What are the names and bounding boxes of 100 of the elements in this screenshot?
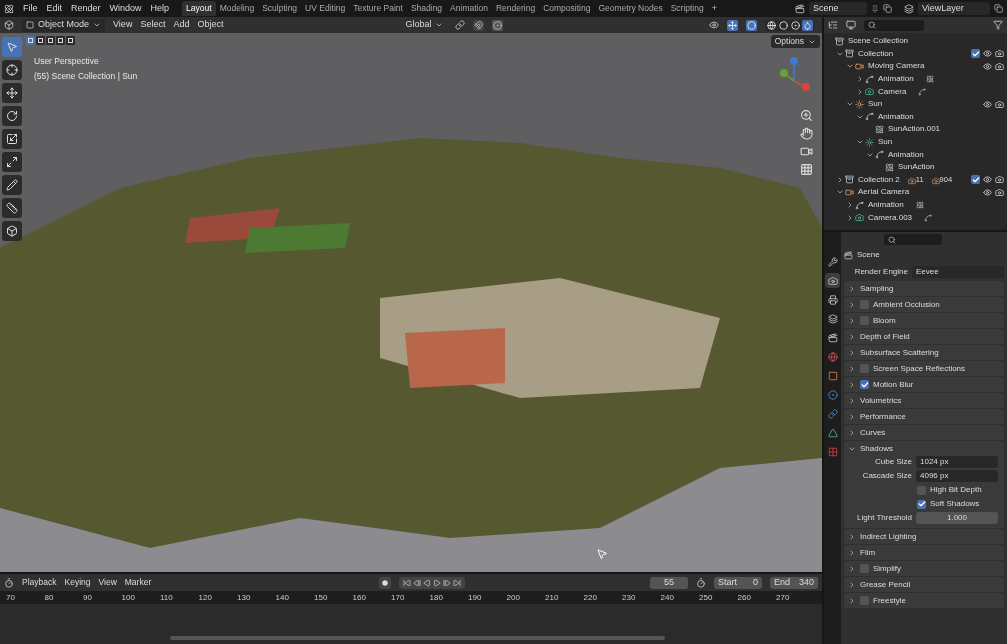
selection-mode-button[interactable] xyxy=(66,36,75,45)
render-camera-icon[interactable] xyxy=(995,49,1004,59)
end-frame-field[interactable]: End 340 xyxy=(770,576,818,589)
overlay-toggle[interactable] xyxy=(746,19,757,31)
transform-tool-icon[interactable] xyxy=(2,152,22,172)
previous-keyframe-icon[interactable] xyxy=(413,578,422,587)
outliner-item[interactable]: SunAction xyxy=(898,161,935,174)
proportional-toggle[interactable] xyxy=(492,19,504,31)
physics-tab[interactable] xyxy=(825,387,840,402)
outliner-item[interactable]: SunAction.001 xyxy=(888,123,941,136)
outliner-item[interactable]: Collection xyxy=(858,47,894,60)
pan-hand-icon[interactable] xyxy=(800,127,813,140)
workspace-tab[interactable]: Scripting xyxy=(666,1,708,16)
filter-icon[interactable] xyxy=(993,20,1003,30)
collapsed-chevron-icon[interactable] xyxy=(848,380,856,389)
orientation-dropdown[interactable]: Global xyxy=(401,18,448,32)
panel-header[interactable]: Curves xyxy=(860,426,886,439)
outliner-item[interactable]: Aerial Camera xyxy=(858,186,910,199)
outliner-item[interactable]: Sun xyxy=(868,98,883,111)
scene-selector[interactable]: Scene xyxy=(809,2,867,15)
cursor-tool-icon[interactable] xyxy=(2,60,22,80)
visibility-icon[interactable] xyxy=(983,175,992,185)
collapsed-chevron-icon[interactable] xyxy=(848,428,856,437)
collapsed-chevron-icon[interactable] xyxy=(848,300,856,309)
panel-header[interactable]: Sampling xyxy=(860,282,894,295)
exclude-checkbox[interactable] xyxy=(971,49,980,59)
visibility-icon[interactable] xyxy=(983,99,992,109)
outliner-item[interactable]: Camera xyxy=(878,85,907,98)
collapsed-chevron-icon[interactable] xyxy=(848,348,856,357)
copy-icon[interactable] xyxy=(883,4,892,13)
menu-item[interactable]: View xyxy=(113,18,133,32)
select-tool-icon[interactable] xyxy=(2,37,22,57)
pencil-tool-icon[interactable] xyxy=(2,175,22,195)
menu-item[interactable]: Render xyxy=(67,1,105,16)
outliner-item[interactable]: Animation xyxy=(888,148,924,161)
outliner-item[interactable]: Sun xyxy=(878,136,893,149)
outliner-item[interactable]: Animation xyxy=(878,110,914,123)
menu-item[interactable]: Keying xyxy=(64,576,91,589)
options-dropdown[interactable]: Options xyxy=(770,35,820,48)
copy-icon[interactable] xyxy=(994,4,1003,13)
visibility-icon[interactable] xyxy=(983,49,992,59)
menu-item[interactable]: Help xyxy=(146,1,174,16)
selection-mode-button[interactable] xyxy=(56,36,65,45)
collapsed-chevron-icon[interactable] xyxy=(848,332,856,341)
workspace-tab[interactable]: UV Editing xyxy=(301,1,350,16)
option-checkbox[interactable] xyxy=(917,485,926,495)
outliner-item[interactable]: Camera.003 xyxy=(868,211,913,224)
menu-item[interactable]: Marker xyxy=(124,576,152,589)
size-dropdown[interactable]: 4096 px xyxy=(916,470,998,482)
snap-toggle[interactable] xyxy=(473,19,485,31)
output-tab[interactable] xyxy=(825,292,840,307)
collapsed-chevron-icon[interactable] xyxy=(848,396,856,405)
menu-item[interactable]: Window xyxy=(105,1,146,16)
search-field[interactable] xyxy=(864,19,924,31)
outliner-item[interactable]: Animation xyxy=(868,199,904,211)
add-workspace-button[interactable]: + xyxy=(707,1,721,16)
material-shading-button[interactable] xyxy=(790,19,801,31)
workspace-tab[interactable]: Rendering xyxy=(491,1,540,16)
add-cube-tool-icon[interactable] xyxy=(2,221,22,241)
section-checkbox[interactable] xyxy=(860,380,869,389)
current-frame-field[interactable]: 55 xyxy=(650,576,688,589)
solid-shading-button[interactable] xyxy=(778,19,789,31)
workspace-tab[interactable]: Modeling xyxy=(215,1,259,16)
world-tab[interactable] xyxy=(825,349,840,364)
search-field[interactable] xyxy=(884,234,942,245)
menu-item[interactable]: Edit xyxy=(42,1,67,16)
menu-item[interactable]: Add xyxy=(173,18,190,32)
visibility-icon[interactable] xyxy=(709,20,719,30)
collapsed-chevron-icon[interactable] xyxy=(848,412,856,421)
menu-item[interactable]: Playback xyxy=(22,576,57,589)
render-camera-icon[interactable] xyxy=(995,62,1004,71)
workspace-tab[interactable]: Compositing xyxy=(539,1,595,16)
play-reverse-icon[interactable] xyxy=(423,578,432,587)
collapsed-chevron-icon[interactable] xyxy=(848,564,856,573)
number-field[interactable]: 1.000 xyxy=(916,512,998,524)
outliner-item[interactable]: Collection 2 xyxy=(858,173,900,186)
wireframe-shading-button[interactable] xyxy=(766,19,777,31)
panel-header[interactable]: Freestyle xyxy=(873,594,906,607)
visibility-icon[interactable] xyxy=(983,187,992,197)
stopwatch-icon[interactable] xyxy=(696,577,706,588)
view-layer-icon[interactable] xyxy=(904,3,914,14)
render-camera-icon[interactable] xyxy=(995,187,1004,197)
view-layer-selector[interactable]: ViewLayer xyxy=(918,2,990,15)
selection-mode-button[interactable] xyxy=(36,36,45,45)
workspace-tab[interactable]: Texture Paint xyxy=(349,1,407,16)
option-checkbox[interactable] xyxy=(917,499,926,509)
workspace-tab[interactable]: Animation xyxy=(446,1,492,16)
collapsed-chevron-icon[interactable] xyxy=(848,596,856,605)
exclude-checkbox[interactable] xyxy=(971,175,980,185)
section-checkbox[interactable] xyxy=(860,364,869,373)
outliner-item[interactable]: Animation xyxy=(878,73,914,86)
workspace-tab[interactable]: Geometry Nodes xyxy=(594,1,667,16)
auto-key-button[interactable] xyxy=(379,576,392,589)
collapsed-chevron-icon[interactable] xyxy=(848,316,856,325)
gizmo-toggle[interactable] xyxy=(727,19,738,31)
selection-mode-button[interactable] xyxy=(46,36,55,45)
workspace-tab[interactable]: Sculpting xyxy=(258,1,302,16)
visibility-icon[interactable] xyxy=(983,62,992,71)
start-frame-field[interactable]: Start 0 xyxy=(714,576,762,589)
scene-tab[interactable] xyxy=(825,330,840,345)
